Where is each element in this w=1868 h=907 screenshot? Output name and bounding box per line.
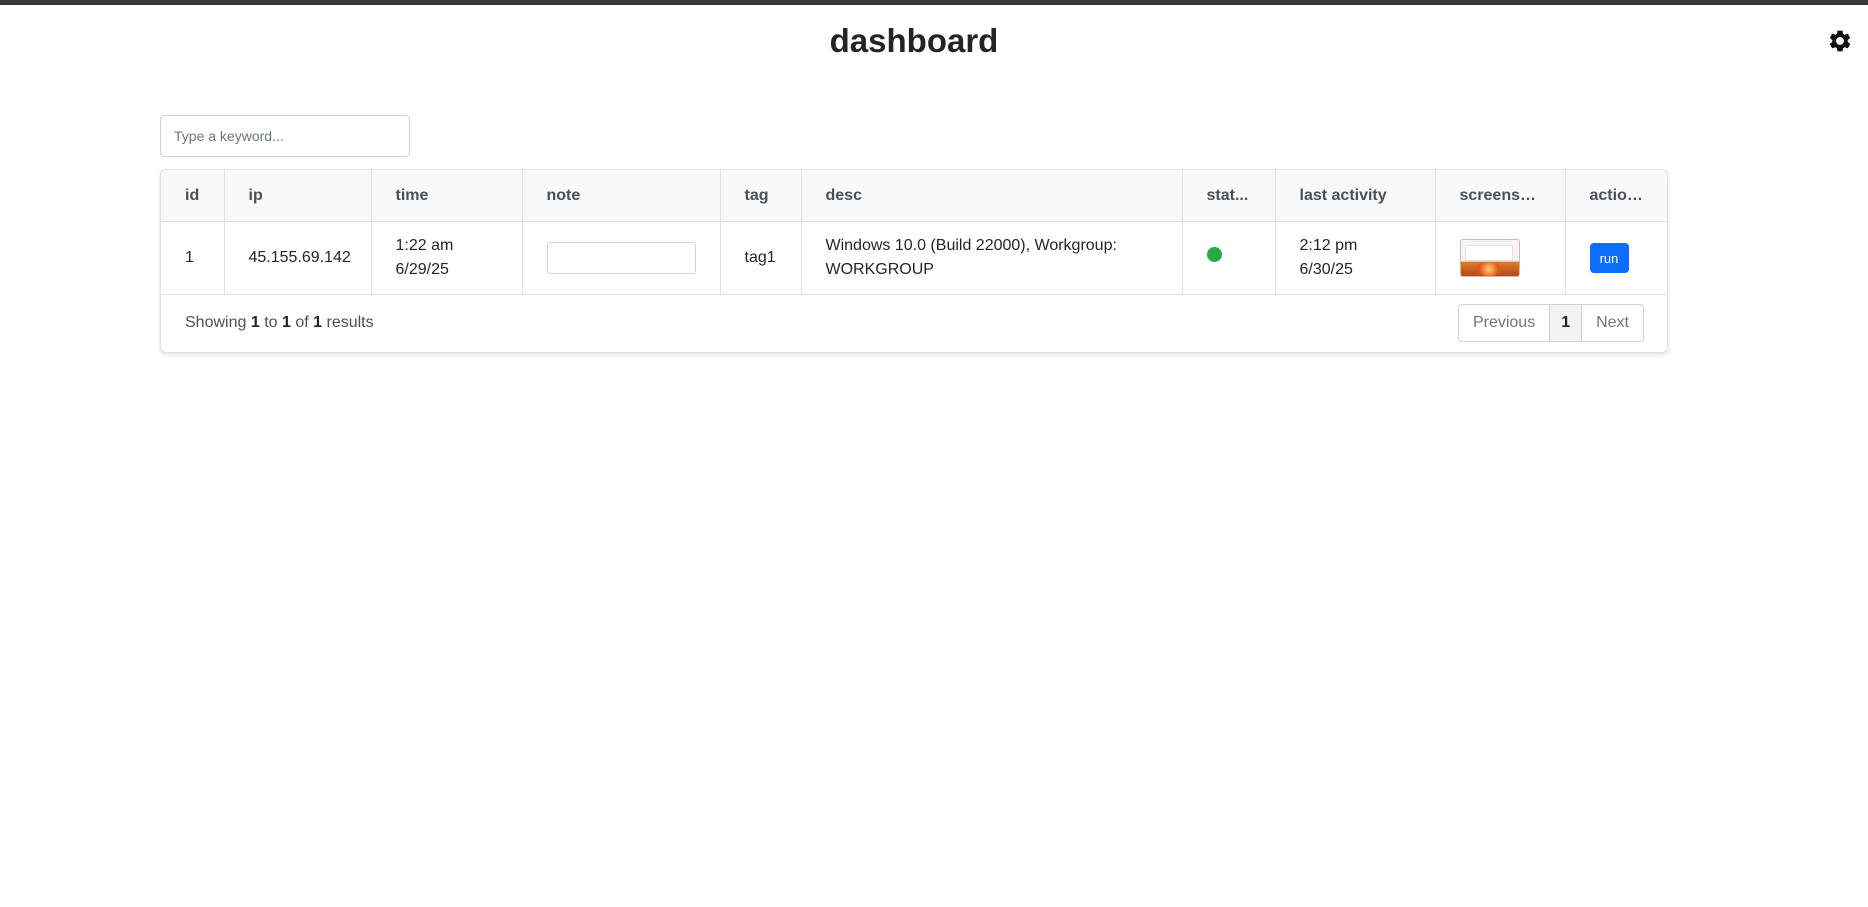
- column-header-ip[interactable]: ip: [224, 170, 372, 222]
- column-header-desc[interactable]: desc: [801, 170, 1183, 222]
- time-value: 1:22 am: [395, 237, 454, 254]
- table-header-row: id ip time note tag desc stat... last ac…: [161, 170, 1667, 222]
- cell-last-activity: 2:12 pm 6/30/25: [1275, 221, 1436, 295]
- column-header-time[interactable]: time: [371, 170, 523, 222]
- gear-icon: [1827, 28, 1853, 59]
- summary-to: 1: [281, 314, 291, 331]
- last-activity-date: 6/30/25: [1299, 261, 1353, 278]
- note-input[interactable]: [546, 242, 696, 274]
- cell-actions: run: [1565, 221, 1667, 295]
- run-button[interactable]: run: [1589, 243, 1629, 273]
- cell-tag: tag1: [720, 221, 802, 295]
- summary-text: Showing: [185, 314, 247, 331]
- cell-screenshot: [1435, 221, 1566, 295]
- previous-page-button[interactable]: Previous: [1459, 305, 1551, 341]
- column-header-note[interactable]: note: [522, 170, 721, 222]
- screenshot-thumbnail[interactable]: [1459, 239, 1520, 277]
- last-activity-time: 2:12 pm: [1299, 237, 1358, 254]
- column-header-screenshot[interactable]: screenshot: [1435, 170, 1566, 222]
- column-header-last-activity[interactable]: last activity: [1275, 170, 1436, 222]
- table-row: 1 45.155.69.142 1:22 am 6/29/25 tag1 Win…: [161, 221, 1667, 295]
- cell-time: 1:22 am 6/29/25: [371, 221, 523, 295]
- settings-button[interactable]: [1826, 29, 1854, 57]
- results-table: id ip time note tag desc stat... last ac…: [161, 170, 1667, 295]
- summary-from: 1: [250, 314, 260, 331]
- top-bar: [0, 0, 1868, 5]
- status-online-indicator: [1206, 247, 1222, 262]
- next-page-button[interactable]: Next: [1582, 305, 1643, 341]
- cell-id: 1: [161, 221, 225, 295]
- page-1-button[interactable]: 1: [1550, 305, 1583, 341]
- cell-note: [522, 221, 721, 295]
- date-value: 6/29/25: [395, 261, 449, 278]
- table-footer: Showing 1 to 1 of 1 results Previous 1 N…: [161, 294, 1667, 352]
- results-summary: Showing 1 to 1 of 1 results: [185, 314, 374, 332]
- cell-ip: 45.155.69.142: [224, 221, 372, 295]
- column-header-status[interactable]: stat...: [1182, 170, 1276, 222]
- desc-line: Windows 10.0 (Build 22000), Workgroup:: [825, 237, 1117, 254]
- summary-total: 1: [313, 314, 323, 331]
- column-header-actions[interactable]: actions: [1565, 170, 1667, 222]
- column-header-tag[interactable]: tag: [720, 170, 802, 222]
- desc-line: WORKGROUP: [825, 261, 934, 278]
- page-title: dashboard: [829, 22, 999, 59]
- results-card: id ip time note tag desc stat... last ac…: [160, 169, 1668, 353]
- summary-text: to: [264, 314, 278, 331]
- cell-desc: Windows 10.0 (Build 22000), Workgroup: W…: [801, 221, 1183, 295]
- cell-status: [1182, 221, 1276, 295]
- column-header-id[interactable]: id: [161, 170, 225, 222]
- summary-text: of: [295, 314, 309, 331]
- summary-text: results: [326, 314, 374, 331]
- pagination: Previous 1 Next: [1457, 304, 1644, 342]
- search-input[interactable]: [160, 115, 410, 157]
